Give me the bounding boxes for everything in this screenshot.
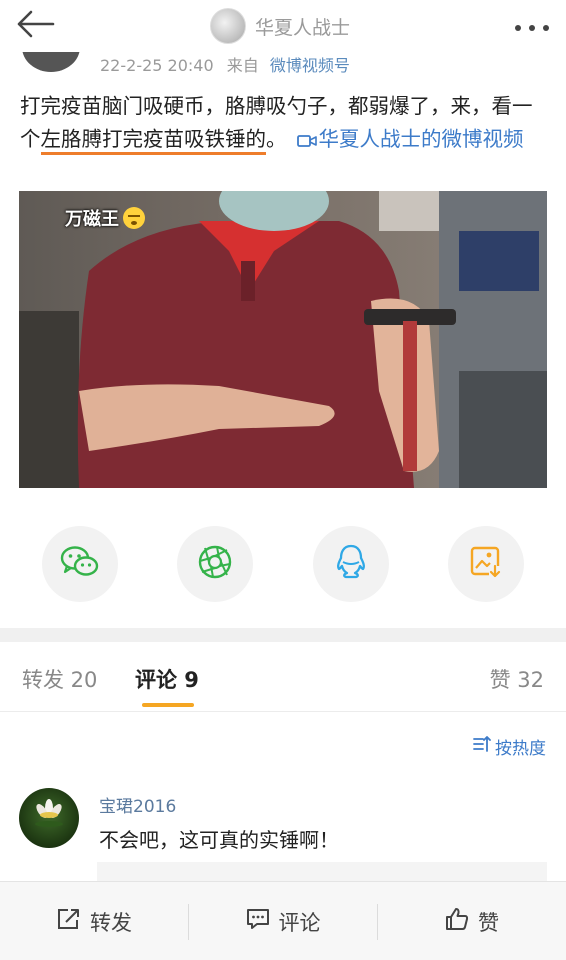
tab-likes[interactable]: 赞 32 — [490, 664, 544, 694]
top-bar: 华夏人战士 — [0, 0, 566, 52]
repost-button[interactable]: 转发 — [0, 882, 188, 960]
video-link[interactable]: 华夏人战士的微博视频 — [319, 127, 524, 151]
page-title[interactable]: 华夏人战士 — [255, 13, 350, 40]
share-wechat-button[interactable] — [42, 526, 118, 602]
post-time: 22-2-25 20:40 — [100, 56, 214, 74]
video-camera-icon — [296, 126, 317, 159]
section-divider — [0, 628, 566, 642]
comment-label: 评论 — [278, 910, 321, 935]
commenter-name[interactable]: 宝珺2016 — [99, 792, 176, 817]
moments-icon — [197, 544, 233, 584]
thumbs-up-icon — [444, 907, 470, 936]
author-avatar[interactable] — [210, 8, 246, 44]
sort-button[interactable]: 按热度 — [473, 734, 546, 759]
commenter-avatar[interactable] — [19, 788, 79, 848]
more-icon — [514, 17, 550, 36]
comment-button[interactable]: 评论 — [188, 882, 377, 960]
share-moments-button[interactable] — [177, 526, 253, 602]
back-arrow-icon — [15, 9, 55, 43]
comment-text: 不会吧，这可真的实锤啊！ — [99, 828, 339, 852]
video-frame — [19, 191, 547, 488]
active-tab-indicator — [142, 703, 194, 707]
like-label: 赞 — [478, 910, 499, 935]
lotus-icon — [35, 799, 63, 827]
save-image-button[interactable] — [448, 526, 524, 602]
bottom-action-bar: 转发 评论 赞 — [0, 881, 566, 960]
tab-comments[interactable]: 评论 9 — [135, 664, 199, 694]
post-text-part2: 。 — [266, 127, 287, 151]
video-player[interactable]: 万磁王 — [19, 191, 547, 488]
repost-label: 转发 — [90, 910, 132, 935]
qq-icon — [334, 543, 368, 585]
post-text: 打完疫苗脑门吸硬币，胳膊吸勺子，都弱爆了，来，看一个左胳膊打完疫苗吸铁锤的。 华夏… — [20, 90, 550, 159]
post-meta-text: 22-2-25 20:40 来自 微博视频号 — [100, 52, 350, 74]
back-button[interactable] — [14, 8, 56, 44]
video-caption-text: 万磁王 — [65, 209, 119, 230]
interaction-tabs: 转发 20 评论 9 赞 32 — [0, 642, 566, 712]
more-button[interactable] — [512, 14, 552, 38]
sort-icon — [473, 735, 491, 758]
post-source-prefix: 来自 — [226, 56, 259, 74]
tab-repost[interactable]: 转发 20 — [22, 664, 97, 694]
post-text-underlined: 左胳膊打完疫苗吸铁锤的 — [40, 127, 266, 155]
share-qq-button[interactable] — [313, 526, 389, 602]
repost-icon — [56, 907, 82, 936]
wechat-icon — [60, 545, 100, 583]
sort-label: 按热度 — [495, 739, 546, 759]
video-caption: 万磁王 — [65, 205, 145, 231]
post-source[interactable]: 微博视频号 — [270, 56, 350, 74]
comment-icon — [245, 907, 271, 936]
share-row — [0, 526, 566, 602]
save-image-icon — [469, 545, 503, 583]
dizzy-face-icon — [123, 207, 145, 229]
like-button[interactable]: 赞 — [377, 882, 566, 960]
